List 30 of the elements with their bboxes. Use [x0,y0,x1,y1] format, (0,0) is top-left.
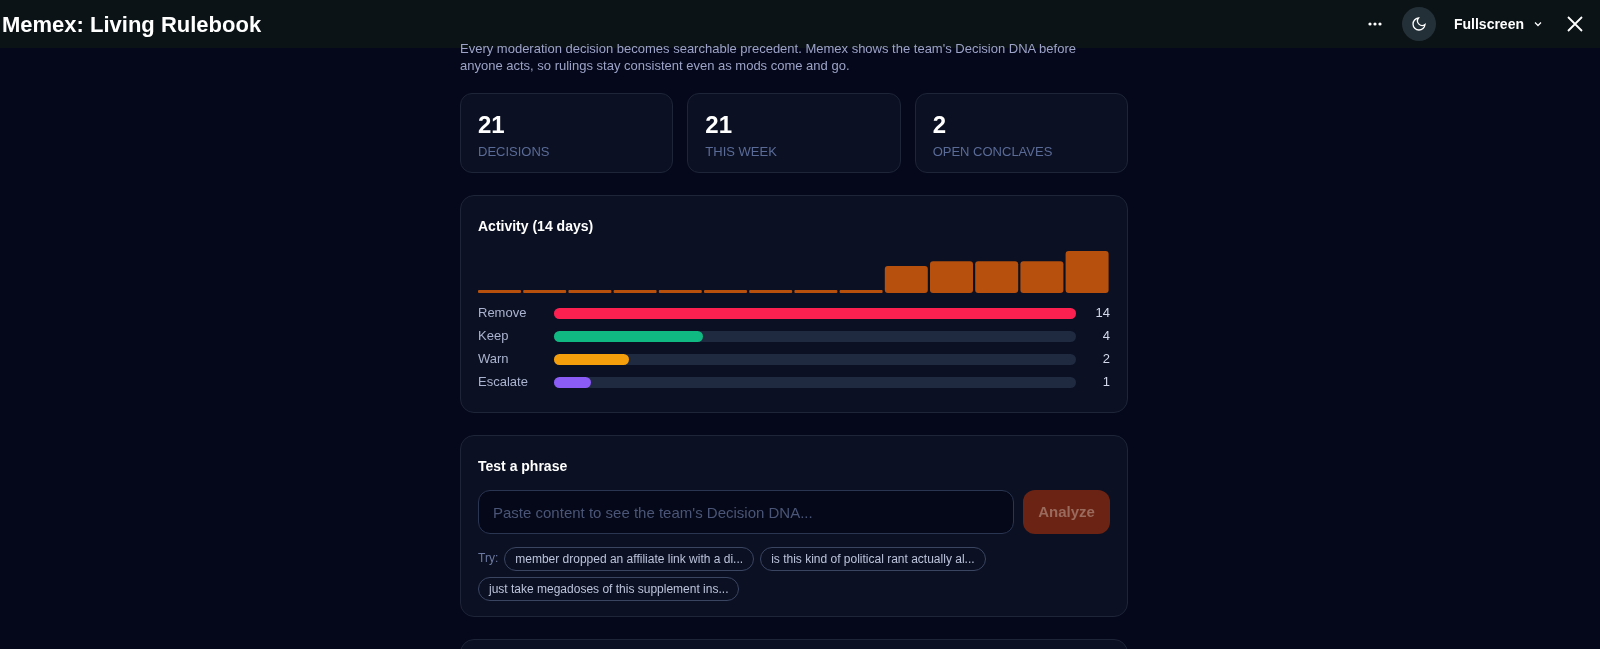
window-title: Memex: Living Rulebook [2,10,262,39]
stat-label: OPEN CONCLAVES [932,143,1054,161]
fullscreen-dropdown[interactable]: Fullscreen [1453,13,1544,35]
outcome-count: 14 [1094,304,1110,323]
card-title: Test a phrase [478,457,569,476]
outcome-count: 4 [1101,327,1110,346]
outcome-label: Escalate [478,373,529,392]
stat-value: 21 [478,110,506,140]
activity-bar [1065,251,1109,293]
theme-button[interactable] [1401,7,1436,41]
activity-bar [1020,261,1064,293]
outcome-label: Warn [478,350,510,369]
card-title: Activity (14 days) [478,217,595,236]
try-label: Try: [478,550,499,567]
phrase-input[interactable]: Paste content to see the team's Decision DNA... [478,490,1014,534]
activity-bar [478,290,521,293]
activity-bar [975,261,1019,293]
stat-value: 21 [705,110,734,140]
stat-value: 2 [932,110,947,140]
outcome-count: 1 [1101,373,1110,392]
intro-text: Every moderation decision becomes searchable precedent. Memex shows the team's Decision DNA before anyone acts, so rulings stay consistent even as mods come and go. [460,40,1077,74]
stat-label: THIS WEEK [705,143,778,161]
outcome-label: Keep [478,327,510,346]
stat-label: DECISIONS [478,143,551,161]
outcome-label: Remove [478,304,528,323]
outcome-count: 2 [1101,350,1110,369]
activity-bar [704,290,747,293]
moon-icon [1410,16,1427,32]
activity-bar [930,261,973,293]
close-icon[interactable] [1566,15,1584,33]
